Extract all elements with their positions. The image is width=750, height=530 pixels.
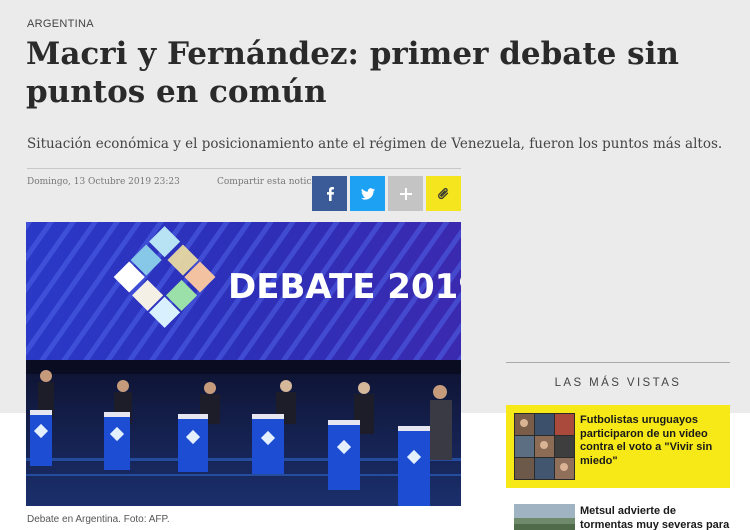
most-viewed-title[interactable]: Metsul advierte de tormentas muy severas… [580, 505, 730, 530]
paperclip-icon [437, 186, 451, 202]
photo-caption: Debate en Argentina. Foto: AFP. [27, 514, 170, 525]
most-viewed-thumbnail[interactable] [514, 413, 575, 480]
share-twitter-button[interactable] [350, 176, 385, 211]
article-headline: Macri y Fernández: primer debate sin pun… [26, 36, 679, 110]
share-more-button[interactable] [388, 176, 423, 211]
copy-link-button[interactable] [426, 176, 461, 211]
most-viewed-item[interactable]: Metsul advierte de tormentas muy severas… [506, 497, 730, 530]
most-viewed-item[interactable]: Futbolistas uruguayos participaron de un… [506, 405, 730, 488]
article-subtitle: Situación económica y el posicionamiento… [27, 136, 723, 152]
section-label[interactable]: ARGENTINA [27, 18, 94, 30]
twitter-icon [360, 187, 375, 200]
article-date: Domingo, 13 Octubre 2019 23:23 [27, 177, 180, 187]
most-viewed-title[interactable]: Futbolistas uruguayos participaron de un… [580, 414, 726, 468]
plus-icon [399, 187, 412, 200]
share-label: Compartir esta noticia [217, 177, 320, 187]
sidebar-divider [506, 362, 730, 363]
sidebar-title: LAS MÁS VISTAS [554, 377, 682, 389]
most-viewed-thumbnail[interactable] [514, 504, 575, 530]
facebook-icon [324, 186, 336, 201]
share-facebook-button[interactable] [312, 176, 347, 211]
article-photo: DEBATE 2019 [26, 222, 461, 506]
meta-divider [27, 168, 461, 169]
debate-banner-text: DEBATE 2019 [228, 267, 461, 307]
